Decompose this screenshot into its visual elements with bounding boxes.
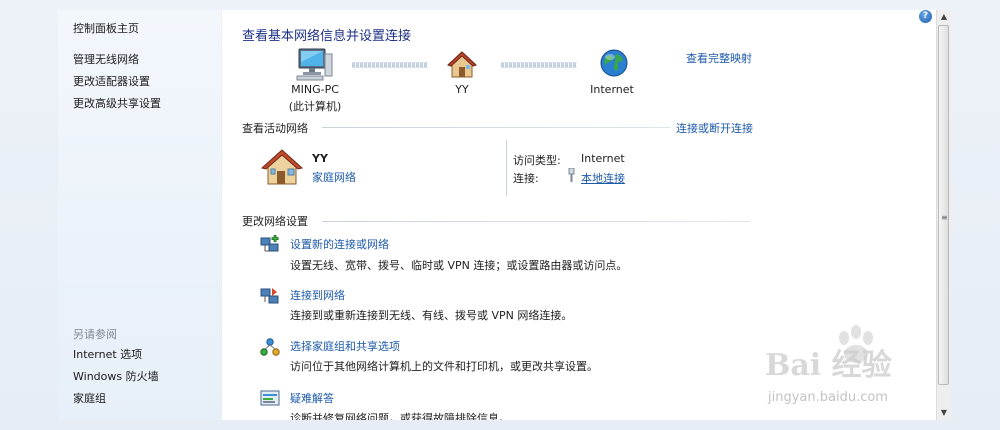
- page-title: 查看基本网络信息并设置连接: [242, 29, 412, 44]
- sidebar-item-change-sharing[interactable]: 更改高级共享设置: [73, 97, 161, 111]
- see-also-heading: 另请参阅: [73, 328, 117, 341]
- computer-subtitle: (此计算机): [288, 100, 342, 113]
- help-icon[interactable]: ?: [919, 10, 932, 23]
- sidebar-item-internet-options[interactable]: Internet 选项: [73, 348, 142, 362]
- access-type-label: 访问类型:: [513, 154, 561, 167]
- task-connect-network-link[interactable]: 连接到网络: [290, 287, 345, 303]
- task-new-connection-link[interactable]: 设置新的连接或网络: [290, 236, 389, 252]
- connect-network-icon: [260, 286, 280, 309]
- map-connector-right: [501, 62, 577, 68]
- scroll-thumb[interactable]: ≡: [938, 25, 949, 385]
- sidebar: 控制面板主页 管理无线网络 更改适配器设置 更改高级共享设置 另请参阅 Inte…: [58, 10, 221, 420]
- connection-label: 连接:: [513, 172, 539, 185]
- task-troubleshoot-link[interactable]: 疑难解答: [290, 390, 334, 406]
- sidebar-item-manage-wireless[interactable]: 管理无线网络: [73, 53, 139, 67]
- sidebar-item-homegroup[interactable]: 家庭组: [73, 392, 106, 406]
- computer-name: MING-PC: [291, 83, 339, 96]
- homegroup-icon: [260, 338, 280, 361]
- troubleshoot-icon: [260, 389, 280, 412]
- task-homegroup-desc: 访问位于其他网络计算机上的文件和打印机，或更改共享设置。: [290, 360, 598, 373]
- scroll-grip-icon: ≡: [941, 213, 948, 222]
- access-type-value: Internet: [581, 152, 625, 165]
- local-connection-link[interactable]: 本地连接: [581, 170, 625, 186]
- task-homegroup-link[interactable]: 选择家庭组和共享选项: [290, 338, 400, 354]
- watermark-brand: Bai 经验: [765, 348, 892, 383]
- sidebar-item-control-panel-home[interactable]: 控制面板主页: [73, 22, 139, 36]
- task-connect-network-desc: 连接到或重新连接到无线、有线、拨号或 VPN 网络连接。: [290, 309, 573, 322]
- scroll-down-arrow-icon[interactable]: ▼: [937, 406, 951, 420]
- full-map-link[interactable]: 查看完整映射: [686, 50, 752, 66]
- sidebar-item-windows-firewall[interactable]: Windows 防火墙: [73, 370, 159, 384]
- task-new-connection-desc: 设置无线、宽带、拨号、临时或 VPN 连接；或设置路由器或访问点。: [290, 259, 628, 272]
- computer-icon[interactable]: [295, 48, 333, 85]
- task-troubleshoot-desc: 诊断并修复网络问题，或获得故障排除信息。: [290, 412, 510, 420]
- ethernet-connection-icon: [567, 167, 576, 185]
- change-settings-divider: [322, 221, 750, 222]
- active-networks-heading: 查看活动网络: [242, 122, 308, 135]
- sidebar-item-change-adapter[interactable]: 更改适配器设置: [73, 75, 150, 89]
- map-connector-left: [352, 62, 428, 68]
- watermark-url: jingyan.baidu.com: [768, 390, 888, 405]
- active-network-name: YY: [312, 152, 328, 165]
- network-setup-icon: [260, 234, 280, 257]
- home-network-icon[interactable]: [260, 148, 304, 189]
- scroll-up-arrow-icon[interactable]: ▲: [937, 10, 951, 24]
- active-networks-vertical-divider: [506, 140, 507, 196]
- internet-globe-icon[interactable]: [599, 48, 629, 81]
- connect-disconnect-link[interactable]: 连接或断开连接: [676, 120, 753, 136]
- internet-label: Internet: [590, 83, 634, 96]
- network-type-link[interactable]: 家庭网络: [312, 169, 356, 185]
- vertical-scrollbar[interactable]: ▲ ≡ ▼: [936, 10, 951, 420]
- change-settings-heading: 更改网络设置: [242, 215, 308, 228]
- active-networks-divider: [322, 127, 670, 128]
- network-map-name: YY: [455, 83, 469, 96]
- network-house-icon[interactable]: [447, 50, 477, 83]
